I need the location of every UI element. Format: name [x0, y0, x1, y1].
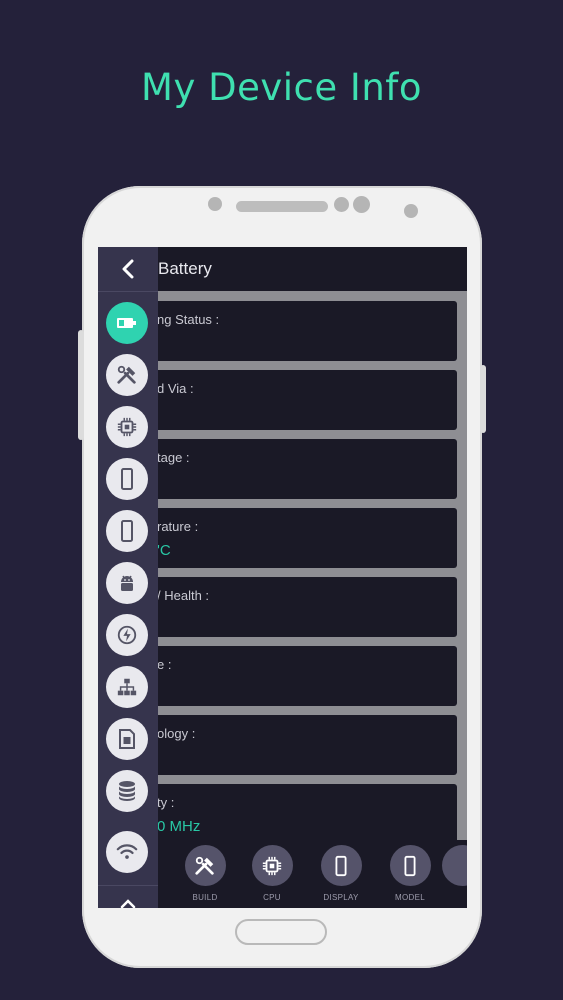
- tools-icon: [117, 365, 136, 384]
- nav-label: BUILD: [192, 893, 218, 902]
- nav-item-display[interactable]: DISPLAY: [311, 845, 371, 902]
- card-value: [157, 473, 457, 490]
- sidebar-item-cpu[interactable]: [106, 406, 148, 448]
- phone-icon: [320, 845, 362, 886]
- nav-label: DISPLAY: [323, 893, 359, 902]
- sidebar-item-power[interactable]: [106, 614, 148, 656]
- nav-label: MODEL: [395, 893, 425, 902]
- chevron-left-icon: [122, 259, 134, 279]
- card-value: 'C: [157, 542, 171, 559]
- android-icon: [121, 575, 133, 591]
- card-value: 0 MHz: [157, 818, 201, 835]
- phone-power-button: [480, 365, 486, 433]
- sidebar-item-sim[interactable]: [106, 718, 148, 760]
- wifi-icon: [116, 844, 138, 859]
- hero-title: My Device Info: [141, 66, 422, 109]
- page-title: Battery: [158, 259, 212, 278]
- phone-sensor: [208, 197, 222, 211]
- info-card: ty : 0 MHz: [138, 784, 457, 844]
- info-card: / Health :: [138, 577, 457, 637]
- phone-sensor: [334, 197, 349, 212]
- chip-icon: [251, 845, 293, 886]
- sidebar-item-model[interactable]: [106, 510, 148, 552]
- card-label: rature :: [157, 519, 199, 534]
- battery-icon: [117, 318, 136, 328]
- card-label: ty :: [157, 795, 175, 810]
- database-icon: [119, 781, 135, 801]
- phone-camera-front: [404, 204, 418, 218]
- card-value: [157, 611, 457, 628]
- nav-label: CPU: [263, 893, 281, 902]
- card-value: [157, 680, 457, 697]
- phone-home-button: [235, 919, 327, 945]
- info-card: d Via :: [138, 370, 457, 430]
- app-screen: Battery ng Status : d Via : tage : ratur…: [98, 247, 467, 908]
- card-label: tage :: [157, 450, 190, 465]
- sidebar-item-build[interactable]: [106, 354, 148, 396]
- card-value: [157, 749, 457, 766]
- nav-icon: [442, 845, 467, 886]
- sidebar-item-android[interactable]: [106, 562, 148, 604]
- nav-item-build[interactable]: BUILD: [175, 845, 235, 902]
- card-value: [157, 335, 457, 352]
- nav-item-model[interactable]: MODEL: [380, 845, 440, 902]
- phone-volume-button: [78, 330, 84, 440]
- back-button[interactable]: [98, 247, 158, 291]
- sidebar-item-battery[interactable]: [106, 302, 148, 344]
- card-label: ng Status :: [157, 312, 220, 327]
- card-value: [157, 404, 457, 421]
- card-label: / Health :: [157, 588, 210, 603]
- info-card: e :: [138, 646, 457, 706]
- nav-item-partial[interactable]: [442, 845, 467, 886]
- sim-card-icon: [119, 729, 135, 749]
- card-label: d Via :: [157, 381, 194, 396]
- sidebar-drawer: [98, 247, 158, 908]
- info-card: tage :: [138, 439, 457, 499]
- info-card: ng Status :: [138, 301, 457, 361]
- network-icon: [117, 678, 137, 696]
- sidebar-item-storage[interactable]: [106, 770, 148, 812]
- sidebar-item-display[interactable]: [106, 458, 148, 500]
- card-label: ology :: [157, 726, 196, 741]
- chevron-up-icon[interactable]: [119, 897, 137, 908]
- card-label: e :: [157, 657, 172, 672]
- phone-icon: [121, 468, 133, 490]
- sidebar-item-network[interactable]: [106, 666, 148, 708]
- phone-speaker: [236, 201, 328, 212]
- tools-icon: [184, 845, 226, 886]
- nav-item-cpu[interactable]: CPU: [242, 845, 302, 902]
- phone-camera: [353, 196, 370, 213]
- bottom-nav: BUILD CPU DISPLAY MODEL: [158, 840, 467, 908]
- phone-icon: [389, 845, 431, 886]
- power-icon: [117, 625, 137, 645]
- chip-icon: [117, 417, 137, 437]
- info-card: rature : 'C: [138, 508, 457, 568]
- sidebar-item-wifi[interactable]: [106, 831, 148, 873]
- phone-icon: [121, 520, 133, 542]
- info-card: ology :: [138, 715, 457, 775]
- divider: [98, 291, 158, 292]
- divider: [98, 885, 158, 886]
